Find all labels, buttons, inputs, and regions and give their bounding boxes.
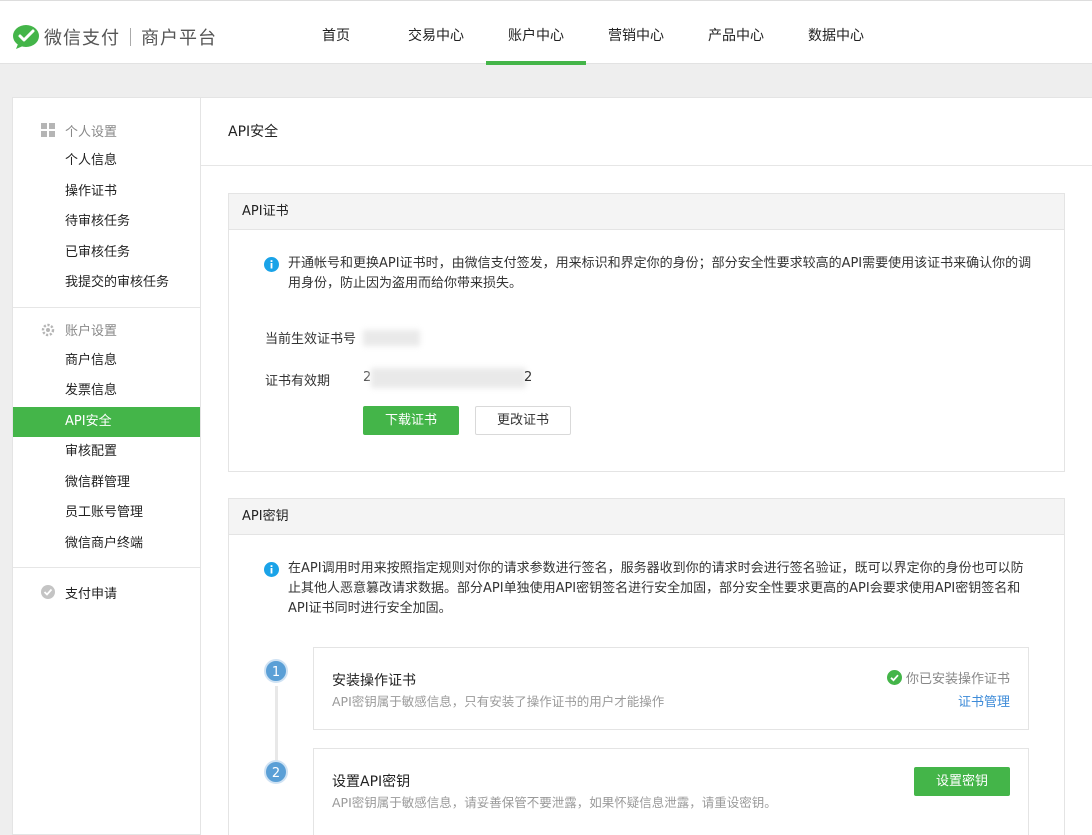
api-cert-section: API证书 开通帐号和更换API证书时，由微信支付签发，用来标识和界定你的身份；…: [228, 193, 1065, 472]
step-title: 设置API密钥: [332, 774, 411, 790]
wechat-pay-logo-icon: [13, 25, 39, 49]
sidebar-item-my-submitted[interactable]: 我提交的审核任务: [13, 268, 200, 299]
sidebar: 个人设置 个人信息 操作证书 待审核任务 已审核任务 我提交的审核任务 账户设置…: [12, 97, 201, 835]
nav-trade-center[interactable]: 交易中心: [386, 1, 486, 65]
nav-account-center[interactable]: 账户中心: [486, 1, 586, 65]
platform-name: 商户平台: [141, 28, 217, 49]
sidebar-item-reviewed[interactable]: 已审核任务: [13, 238, 200, 269]
sidebar-group-personal: 个人设置 个人信息 操作证书 待审核任务 已审核任务 我提交的审核任务: [13, 98, 200, 308]
pay-apply-icon: [41, 585, 55, 599]
step-card-set-api-key: 设置API密钥 API密钥属于敏感信息，请妥善保管不要泄露，如果怀疑信息泄露，请…: [313, 748, 1029, 835]
sidebar-item-merchant-info[interactable]: 商户信息: [13, 346, 200, 377]
info-text: 在API调用时用来按照指定规则对你的请求参数进行签名，服务器收到你的请求时会进行…: [288, 561, 1024, 616]
cert-manage-link[interactable]: 证书管理: [958, 691, 1010, 710]
sidebar-item-invoice-info[interactable]: 发票信息: [13, 376, 200, 407]
cert-installed-status: 你已安装操作证书: [886, 668, 1010, 687]
sidebar-item-merchant-terminal[interactable]: 微信商户终端: [13, 529, 200, 560]
top-bar: 微信支付 商户平台 首页 交易中心 账户中心 营销中心 产品中心 数据中心: [0, 0, 1092, 65]
section-header: API证书: [229, 194, 1064, 230]
page-title: API安全: [201, 98, 1092, 166]
step-number-2: 2: [264, 760, 288, 784]
sidebar-divider: [13, 567, 200, 568]
sidebar-heading-label: 账户设置: [65, 324, 118, 339]
info-notice: 开通帐号和更换API证书时，由微信支付签发，用来标识和界定你的身份；部分安全性要…: [229, 230, 1064, 294]
sidebar-item-payment-apply[interactable]: 支付申请: [13, 574, 200, 610]
gear-icon: [41, 323, 55, 336]
change-cert-button[interactable]: 更改证书: [475, 406, 571, 435]
step-card-install-cert: 安装操作证书 API密钥属于敏感信息，只有安装了操作证书的用户才能操作 你已安装…: [313, 647, 1029, 730]
sidebar-item-operation-cert[interactable]: 操作证书: [13, 177, 200, 208]
nav-product-center[interactable]: 产品中心: [686, 1, 786, 65]
info-icon: [264, 562, 279, 577]
nav-marketing-center[interactable]: 营销中心: [586, 1, 686, 65]
info-text: 开通帐号和更换API证书时，由微信支付签发，用来标识和界定你的身份；部分安全性要…: [288, 256, 1032, 291]
validity-redacted: [371, 368, 526, 388]
info-notice: 在API调用时用来按照指定规则对你的请求参数进行签名，服务器收到你的请求时会进行…: [229, 535, 1064, 619]
current-cert-label: 当前生效证书号: [265, 332, 357, 347]
main-nav: 首页 交易中心 账户中心 营销中心 产品中心 数据中心: [286, 1, 886, 65]
section-header: API密钥: [229, 499, 1064, 535]
check-circle-icon: [886, 670, 902, 685]
step-number-1: 1: [264, 659, 288, 683]
sidebar-item-pending-review[interactable]: 待审核任务: [13, 207, 200, 238]
sidebar-item-wechat-group[interactable]: 微信群管理: [13, 468, 200, 499]
set-key-button[interactable]: 设置密钥: [914, 767, 1010, 796]
sidebar-heading-account: 账户设置: [13, 314, 200, 346]
validity-label: 证书有效期: [265, 374, 331, 389]
sidebar-heading-label: 个人设置: [65, 124, 118, 140]
main-content: API安全 API证书 开通帐号和更换API证书时，由微信支付签发，用来标识和界…: [201, 97, 1092, 835]
cert-number-redacted: [363, 330, 420, 346]
sidebar-item-review-config[interactable]: 审核配置: [13, 437, 200, 468]
brand-separator: [130, 28, 131, 46]
step-description: API密钥属于敏感信息，只有安装了操作证书的用户才能操作: [332, 694, 665, 709]
sidebar-item-personal-info[interactable]: 个人信息: [13, 146, 200, 177]
brand-logo[interactable]: 微信支付 商户平台: [12, 23, 217, 51]
sidebar-item-api-security[interactable]: API安全: [13, 406, 200, 437]
sidebar-item-staff-accounts[interactable]: 员工账号管理: [13, 498, 200, 529]
grid-icon: [41, 123, 55, 137]
step-description: API密钥属于敏感信息，请妥善保管不要泄露，如果怀疑信息泄露，请重设密钥。: [332, 795, 777, 810]
brand-name: 微信支付: [44, 28, 120, 49]
sidebar-group-account: 账户设置 商户信息 发票信息 API安全 审核配置 微信群管理 员工账号管理 微…: [13, 308, 200, 568]
nav-data-center[interactable]: 数据中心: [786, 1, 886, 65]
nav-home[interactable]: 首页: [286, 1, 386, 65]
info-icon: [264, 257, 279, 272]
validity-suffix: 2: [524, 370, 533, 385]
sidebar-heading-personal: 个人设置: [13, 114, 200, 146]
step-title: 安装操作证书: [332, 673, 416, 689]
sidebar-item-label: 支付申请: [65, 586, 118, 602]
download-cert-button[interactable]: 下载证书: [363, 406, 459, 435]
status-text: 你已安装操作证书: [905, 672, 1010, 687]
